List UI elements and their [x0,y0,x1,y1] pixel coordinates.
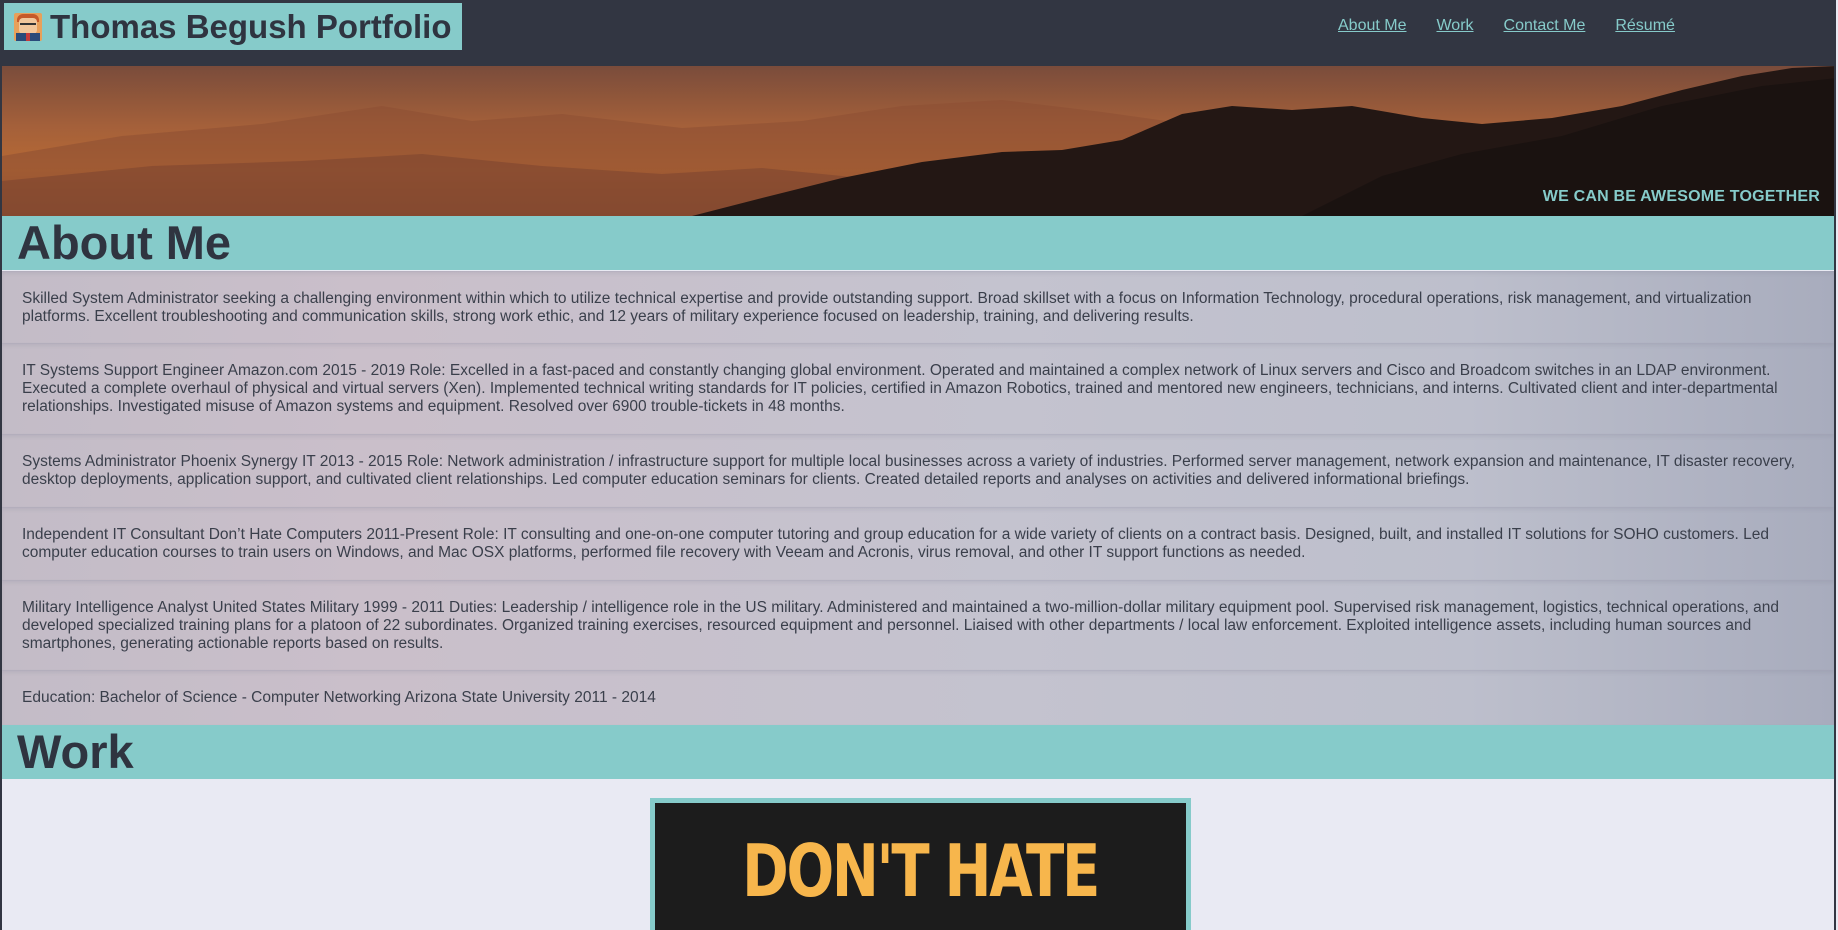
project-card-title: DON'T HATE [742,829,1101,913]
nav-link-about-me[interactable]: About Me [1338,17,1406,35]
top-navigation-bar: Thomas Begush Portfolio About Me Work Co… [2,0,1834,66]
work-section-header: Work [2,725,1834,779]
main-nav: About Me Work Contact Me Résumé [1338,17,1675,35]
experience-text-military: Military Intelligence Analyst United Sta… [22,598,1779,652]
education-entry: Education: Bachelor of Science - Compute… [2,670,1834,725]
project-card-image[interactable]: DON'T HATE [655,803,1186,930]
project-card-dont-hate-computers[interactable]: DON'T HATE [650,798,1191,930]
experience-text-dont-hate-computers: Independent IT Consultant Don’t Hate Com… [22,526,1770,561]
nav-link-contact-me[interactable]: Contact Me [1504,17,1586,35]
nav-link-work[interactable]: Work [1436,17,1473,35]
hero-tagline: WE CAN BE AWESOME TOGETHER [1542,188,1820,205]
work-section-body: DON'T HATE [2,780,1834,930]
hero-banner: WE CAN BE AWESOME TOGETHER [2,66,1834,216]
experience-entry-military: Military Intelligence Analyst United Sta… [2,580,1834,670]
work-heading: Work [17,725,134,778]
avatar-icon [14,12,42,41]
experience-entry-dont-hate-computers: Independent IT Consultant Don’t Hate Com… [2,507,1834,580]
experience-entry-amazon: IT Systems Support Engineer Amazon.com 2… [2,343,1834,434]
brand[interactable]: Thomas Begush Portfolio [4,3,462,50]
experience-entry-phoenix-synergy: Systems Administrator Phoenix Synergy IT… [2,434,1834,507]
nav-link-resume[interactable]: Résumé [1615,17,1675,35]
experience-text-amazon: IT Systems Support Engineer Amazon.com 2… [22,362,1778,415]
about-heading: About Me [17,216,232,269]
summary-entry: Skilled System Administrator seeking a c… [2,271,1834,343]
summary-text: Skilled System Administrator seeking a c… [22,289,1752,325]
about-section-body: Skilled System Administrator seeking a c… [2,271,1834,725]
about-section-header: About Me [2,216,1834,270]
site-title: Thomas Begush Portfolio [50,7,452,45]
page: Thomas Begush Portfolio About Me Work Co… [0,0,1836,930]
experience-text-phoenix-synergy: Systems Administrator Phoenix Synergy IT… [22,453,1795,488]
education-text: Education: Bachelor of Science - Compute… [22,689,656,706]
